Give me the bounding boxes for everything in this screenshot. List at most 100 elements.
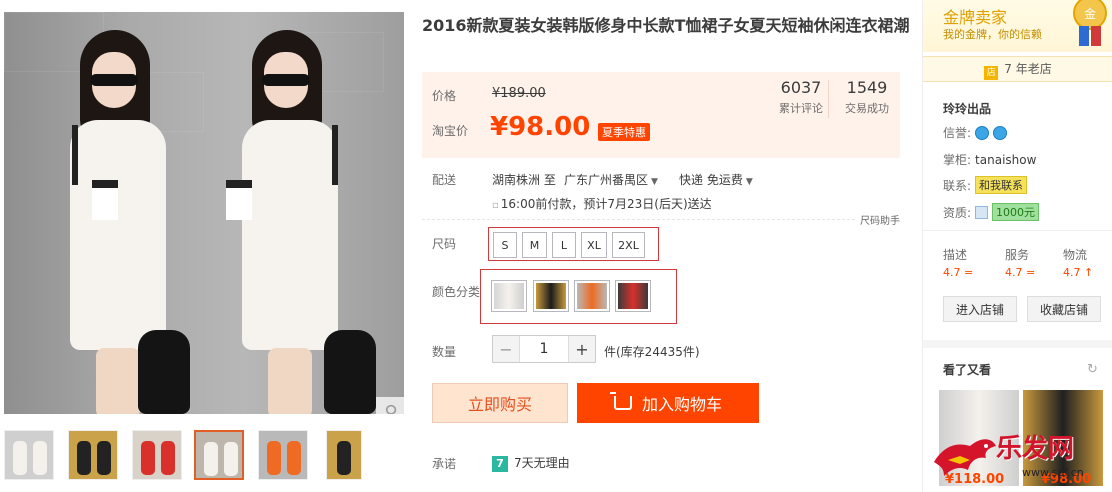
thumbnail[interactable] [326,430,362,480]
thumbnail[interactable] [132,430,182,480]
color-option-black[interactable] [533,280,569,312]
crown-icon [993,125,1008,140]
buy-now-button[interactable]: 立即购买 [432,383,568,423]
rating-logistics: 物流 4.7 ↑ [1063,246,1112,279]
quantity-decrease-button[interactable]: − [493,336,519,362]
return-policy[interactable]: 7 7天无理由 [492,454,570,472]
reviews-stat[interactable]: 6037 累计评论 [768,78,834,116]
thumbnail[interactable] [68,430,118,480]
thumbnail-strip [4,430,404,484]
owner-label: 掌柜: [943,153,972,167]
size-option-xl[interactable]: XL [581,232,607,258]
quantity-input[interactable]: 1 [519,336,569,362]
delivery-label: 配送 [432,173,457,187]
size-option-l[interactable]: L [552,232,576,258]
sales-label: 交易成功 [845,102,889,115]
delivery-destination-select[interactable]: 广东广州番禺区 ▼ [564,171,658,188]
color-label: 颜色分类 [432,285,481,299]
enter-store-button[interactable]: 进入店铺 [943,296,1017,322]
return-policy-text: 7天无理由 [514,456,570,470]
current-price: ¥98.00 [490,112,591,142]
price-panel: 价格 ¥189.00 淘宝价 ¥98.00 夏季特惠 6037 累计评论 154… [422,72,900,158]
size-helper-link[interactable]: 尺码助手 [856,212,900,227]
color-option-white[interactable] [491,280,527,312]
credit-label: 信誉: [943,126,972,140]
delivery-from: 湖南株洲 至 [492,173,556,187]
contact-row: 联系: 和我联系 [943,176,1028,194]
reviews-count: 6037 [780,78,822,97]
color-options [480,269,677,324]
promise-label: 承诺 [432,457,457,471]
store-icon: 店 [984,66,999,80]
divider [923,340,1112,348]
thumbnail[interactable] [4,430,54,480]
clock-icon: ▫ [492,200,499,211]
stock-text: 件(库存24435件) [604,345,700,359]
swatch-image [494,283,524,309]
size-option-m[interactable]: M [522,232,547,258]
size-label: 尺码 [432,237,457,251]
thumbnail-selected[interactable] [194,430,244,480]
crown-icon [975,125,990,140]
color-option-red[interactable] [615,280,651,312]
quantity-increase-button[interactable]: + [569,336,595,362]
delivery-destination: 广东广州番禺区 [564,173,649,187]
zoom-icon[interactable]: ⚲ [376,397,404,414]
favorite-store-button[interactable]: 收藏店铺 [1027,296,1101,322]
store-age-text: 7 年老店 [1004,62,1052,76]
model-figure [42,30,192,414]
size-option-2xl[interactable]: 2XL [612,232,645,258]
qualification-label: 资质: [943,205,972,220]
watermark-url: www.spf.cn [1022,466,1084,479]
model-figure [214,30,376,414]
site-watermark: 乐发网 www.spf.cn [930,422,1112,492]
store-age: 店 7 年老店 [923,56,1112,82]
contact-label: 联系: [943,178,972,193]
sales-stat[interactable]: 1549 交易成功 [834,78,900,116]
thumbnail[interactable] [258,430,308,480]
shop-name[interactable]: 玲玲出品 [943,100,991,117]
dragon-logo-icon [934,439,996,476]
rating-value: 4.7 = [943,266,974,279]
rating-label: 服务 [1005,248,1030,262]
rating-label: 描述 [943,248,968,262]
refresh-icon[interactable]: ↻ [1087,362,1098,377]
contact-seller-button[interactable]: 和我联系 [975,176,1028,194]
size-option-s[interactable]: S [493,232,517,258]
chevron-down-icon: ▼ [745,177,753,187]
color-option-orange[interactable] [574,280,610,312]
qualification-row: 资质: 1000元 [943,203,1040,221]
main-product-photo[interactable]: ⚲ [4,12,404,414]
original-price: ¥189.00 [492,86,546,101]
add-to-cart-button[interactable]: 加入购物车 [577,383,759,423]
rating-value: 4.7 ↑ [1063,266,1094,279]
sales-count: 1549 [846,78,888,97]
seven-day-return-icon: 7 [492,455,508,472]
ribbon-icon [1079,26,1089,46]
owner-name[interactable]: tanaishow [975,153,1036,167]
divider [828,80,829,118]
promo-badge: 夏季特惠 [598,123,650,141]
deposit-badge[interactable]: 1000元 [992,203,1040,221]
swatch-image [536,283,566,309]
ribbon-icon [1091,26,1101,46]
watermark-text: 乐发网 [996,434,1075,464]
credit-row: 信誉: [943,124,1008,141]
verified-person-icon[interactable] [975,205,989,219]
swatch-image [618,283,648,309]
price-label: 价格 [432,89,457,103]
rating-value: 4.7 = [1005,266,1036,279]
swatch-image [577,283,607,309]
seller-tier-subtitle: 我的金牌，你的信赖 [943,28,1042,41]
shipping-method-select[interactable]: 快递 免运费 ▼ [679,171,753,188]
delivery-eta: ▫ 16:00前付款，预计7月23日(后天)送达 [492,195,712,212]
product-title: 2016新款夏装女装韩版修身中长款T恤裙子女夏天短袖休闲连衣裙潮 [422,16,910,35]
size-options: S M L XL 2XL [488,227,659,261]
product-page: ⚲ 2016新款夏装女装韩版修身中长款T恤裙子女夏天短袖休闲连衣裙潮 价格 ¥1… [0,0,1112,492]
divider [422,219,900,220]
delivery-eta-text: 16:00前付款，预计7月23日(后天)送达 [500,197,712,211]
quantity-label: 数量 [432,345,457,359]
chevron-down-icon: ▼ [651,177,658,187]
shipping-method: 快递 免运费 [679,173,743,187]
seller-tier: 金牌卖家 [943,8,1008,27]
